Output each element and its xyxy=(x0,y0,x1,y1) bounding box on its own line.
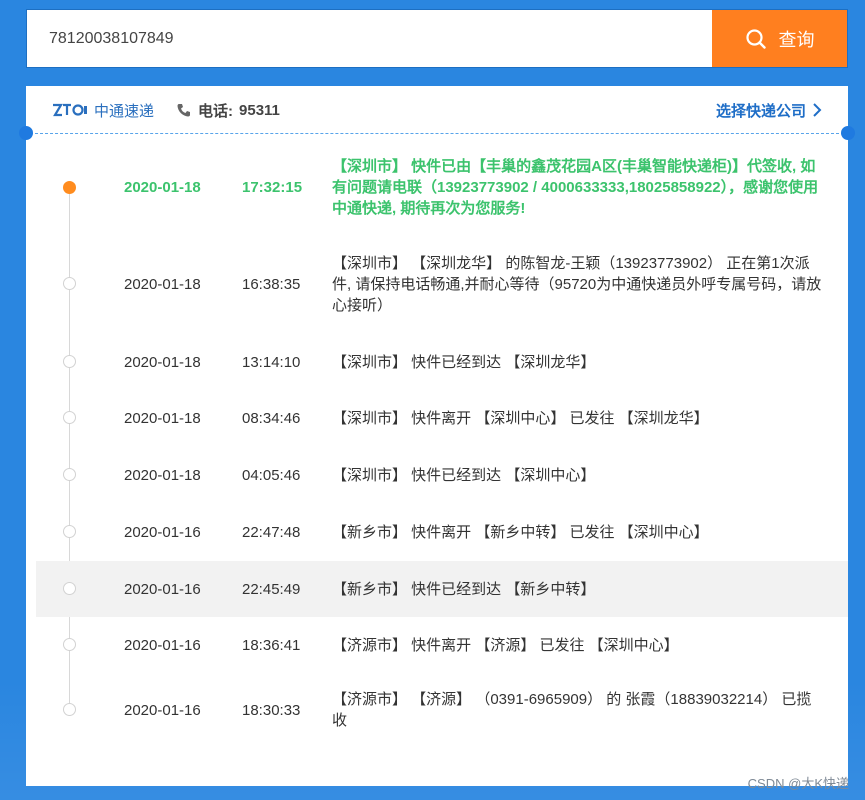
timeline-node-active xyxy=(63,181,76,194)
carrier-name: 中通速递 xyxy=(94,102,155,120)
event-time: 17:32:15 xyxy=(242,178,303,196)
phone-label: 电话: xyxy=(198,102,234,120)
event-time: 22:47:48 xyxy=(242,523,301,541)
event-time: 13:14:10 xyxy=(242,353,301,371)
event-description: 【新乡市】 快件已经到达 【新乡中转】 xyxy=(332,580,596,598)
event-date: 2020-01-18 xyxy=(124,353,201,371)
timeline-event: 2020-01-18 04:05:46 【深圳市】 快件已经到达 【深圳中心】 xyxy=(36,455,848,495)
event-description: 【深圳市】 快件离开 【深圳中心】 已发往 【深圳龙华】 xyxy=(332,409,709,427)
search-bar: 查询 xyxy=(26,9,848,68)
timeline-event: 2020-01-16 18:30:33 【济源市】 【济源】 （0391-696… xyxy=(36,684,848,736)
event-description: 【深圳市】 快件已经到达 【深圳中心】 xyxy=(332,466,596,484)
event-date: 2020-01-18 xyxy=(124,409,201,427)
event-date: 2020-01-18 xyxy=(124,466,201,484)
carrier-logo: 中通速递 xyxy=(52,100,154,121)
choose-carrier-link[interactable]: 选择快递公司 xyxy=(716,100,822,121)
divider-dot-left xyxy=(19,126,33,140)
tracking-number-input[interactable] xyxy=(27,10,712,67)
event-date: 2020-01-16 xyxy=(124,636,201,654)
timeline-event: 2020-01-18 16:38:35 【深圳市】 【深圳龙华】 的陈智龙-王颖… xyxy=(36,248,848,320)
event-time: 08:34:46 xyxy=(242,409,301,427)
event-description: 【深圳市】 快件已经到达 【深圳龙华】 xyxy=(332,353,596,371)
timeline-event: 2020-01-18 13:14:10 【深圳市】 快件已经到达 【深圳龙华】 xyxy=(36,342,848,382)
event-time: 18:36:41 xyxy=(242,636,301,654)
tracking-card: 中通速递 电话: 95311 选择快递公司 2020-01-18 17:32:1… xyxy=(19,86,855,786)
event-date: 2020-01-16 xyxy=(124,523,201,541)
event-time: 18:30:33 xyxy=(242,701,301,719)
watermark: CSDN @大K快递 xyxy=(747,776,849,791)
timeline-event: 2020-01-18 17:32:15 【深圳市】 快件已由【丰巢的鑫茂花园A区… xyxy=(36,144,848,230)
search-button[interactable]: 查询 xyxy=(712,10,847,67)
event-time: 04:05:46 xyxy=(242,466,301,484)
timeline-event: 2020-01-16 22:47:48 【新乡市】 快件离开 【新乡中转】 已发… xyxy=(36,512,848,552)
event-description: 【济源市】 【济源】 （0391-6965909） 的 张霞（188390322… xyxy=(332,691,812,729)
choose-carrier-label: 选择快递公司 xyxy=(715,102,806,120)
timeline-node xyxy=(63,703,76,716)
timeline-node xyxy=(63,468,76,481)
timeline-node xyxy=(63,638,76,651)
search-icon xyxy=(745,28,766,49)
carrier-phone: 电话: 95311 xyxy=(176,100,280,121)
timeline-event: 2020-01-18 08:34:46 【深圳市】 快件离开 【深圳中心】 已发… xyxy=(36,398,848,438)
event-date: 2020-01-18 xyxy=(124,178,201,196)
chevron-right-icon xyxy=(813,103,822,117)
card-header: 中通速递 电话: 95311 选择快递公司 xyxy=(19,86,855,140)
event-time: 16:38:35 xyxy=(242,275,301,293)
event-time: 22:45:49 xyxy=(242,580,301,598)
event-description: 【新乡市】 快件离开 【新乡中转】 已发往 【深圳中心】 xyxy=(332,523,709,541)
phone-icon xyxy=(177,104,191,117)
event-description: 【济源市】 快件离开 【济源】 已发往 【深圳中心】 xyxy=(332,636,679,654)
timeline-event-hovered: 2020-01-16 22:45:49 【新乡市】 快件已经到达 【新乡中转】 xyxy=(36,561,848,617)
event-date: 2020-01-16 xyxy=(124,580,201,598)
header-divider xyxy=(30,133,844,134)
event-description: 【深圳市】 快件已由【丰巢的鑫茂花园A区(丰巢智能快递柜)】代签收, 如有问题请… xyxy=(332,157,819,217)
zto-logo-icon xyxy=(52,102,88,118)
divider-dot-right xyxy=(841,126,855,140)
phone-number: 95311 xyxy=(239,101,280,119)
timeline-node xyxy=(63,582,76,595)
search-button-label: 查询 xyxy=(778,29,815,50)
timeline-node xyxy=(63,525,76,538)
timeline-node xyxy=(63,277,76,290)
timeline-node xyxy=(63,411,76,424)
timeline-node xyxy=(63,355,76,368)
event-date: 2020-01-16 xyxy=(124,701,201,719)
event-description: 【深圳市】 【深圳龙华】 的陈智龙-王颖（13923773902） 正在第1次派… xyxy=(332,254,822,314)
timeline-event: 2020-01-16 18:36:41 【济源市】 快件离开 【济源】 已发往 … xyxy=(36,625,848,665)
event-date: 2020-01-18 xyxy=(124,275,201,293)
